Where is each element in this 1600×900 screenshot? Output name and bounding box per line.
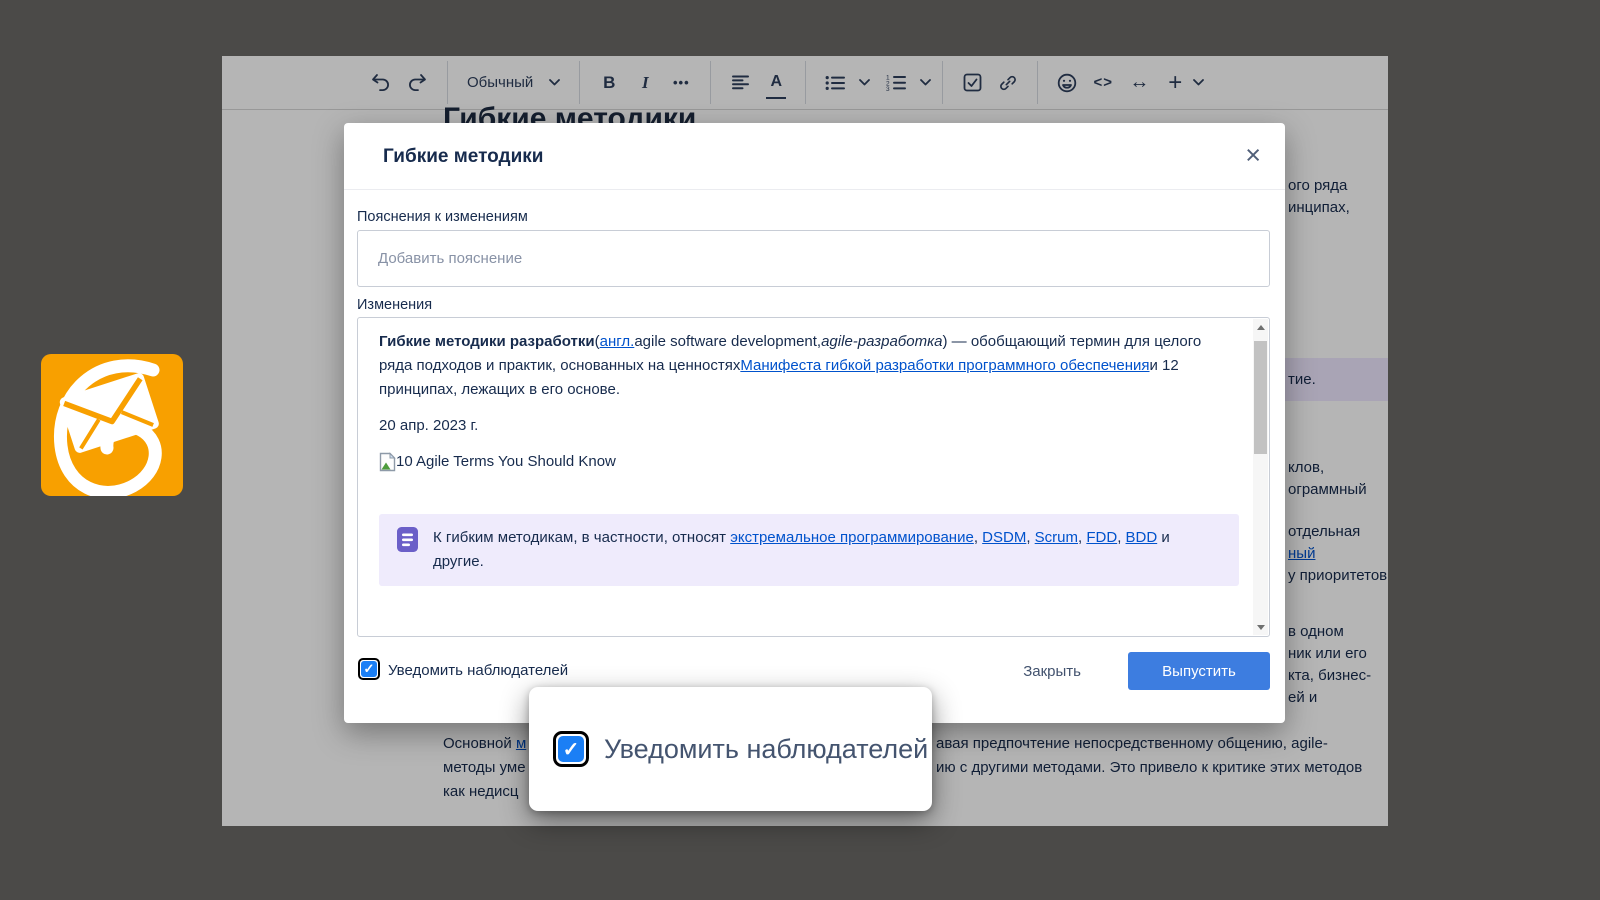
close-icon[interactable]: × bbox=[1245, 140, 1261, 170]
publish-button[interactable]: Выпустить bbox=[1128, 652, 1270, 690]
preview-paragraph: Гибкие методики разработки(англ.agile so… bbox=[379, 330, 1237, 402]
preview-link[interactable]: BDD bbox=[1126, 529, 1158, 546]
magnified-notify-checkbox[interactable]: ✓ bbox=[553, 731, 589, 767]
magnifier-callout: ✓ Уведомить наблюдателей bbox=[529, 687, 932, 811]
note-panel-text: К гибким методикам, в частности, относят… bbox=[433, 526, 1178, 574]
preview-italic-text: agile-разработка bbox=[821, 333, 942, 350]
notify-watchers-label: Уведомить наблюдателей bbox=[388, 662, 568, 679]
changes-preview-content: Гибкие методики разработки(англ.agile so… bbox=[358, 318, 1256, 586]
broken-image-icon bbox=[379, 452, 396, 472]
dialog-header: Гибкие методики × bbox=[344, 123, 1285, 190]
broken-image-alt: 10 Agile Terms You Should Know bbox=[396, 450, 616, 474]
preview-link[interactable]: Манифеста гибкой разработки программного… bbox=[740, 357, 1149, 374]
desktop: Обычный B I ••• A 123 bbox=[0, 0, 1600, 900]
preview-date: 20 апр. 2023 г. bbox=[379, 414, 1216, 438]
dialog-title: Гибкие методики bbox=[383, 146, 543, 168]
envelope-swirl-icon bbox=[41, 354, 183, 496]
preview-note-panel: К гибким методикам, в частности, относят… bbox=[379, 514, 1239, 586]
mail-app-icon[interactable] bbox=[41, 354, 183, 496]
scrollbar-down-arrow[interactable] bbox=[1253, 619, 1268, 635]
preview-link[interactable]: англ. bbox=[600, 333, 635, 350]
checkbox-check-icon: ✓ bbox=[361, 661, 377, 677]
scrollbar-up-arrow[interactable] bbox=[1253, 319, 1268, 335]
magnified-notify-label: Уведомить наблюдателей bbox=[604, 734, 928, 765]
scrollbar-thumb[interactable] bbox=[1254, 341, 1267, 454]
checkbox-check-icon: ✓ bbox=[558, 736, 584, 762]
note-icon bbox=[395, 526, 420, 553]
explanation-input[interactable] bbox=[357, 230, 1270, 287]
publish-dialog: Гибкие методики × Пояснения к изменениям… bbox=[344, 123, 1285, 723]
preview-broken-image: 10 Agile Terms You Should Know bbox=[379, 450, 1216, 474]
preview-link[interactable]: DSDM bbox=[982, 529, 1026, 546]
preview-scrollbar[interactable] bbox=[1253, 319, 1268, 635]
preview-link[interactable]: Scrum bbox=[1035, 529, 1078, 546]
changes-label: Изменения bbox=[357, 297, 432, 313]
preview-clipped-line: Большинство гибких методологий нацелены … bbox=[379, 631, 1242, 637]
explanation-label: Пояснения к изменениям bbox=[357, 209, 528, 225]
preview-link[interactable]: экстремальное программирование bbox=[730, 529, 974, 546]
preview-link[interactable]: FDD bbox=[1086, 529, 1117, 546]
close-button[interactable]: Закрыть bbox=[1023, 663, 1081, 680]
preview-bold-text: Гибкие методики разработки bbox=[379, 333, 595, 350]
notify-watchers-checkbox[interactable]: ✓ bbox=[358, 658, 380, 680]
changes-preview: Гибкие методики разработки(англ.agile so… bbox=[357, 317, 1270, 637]
